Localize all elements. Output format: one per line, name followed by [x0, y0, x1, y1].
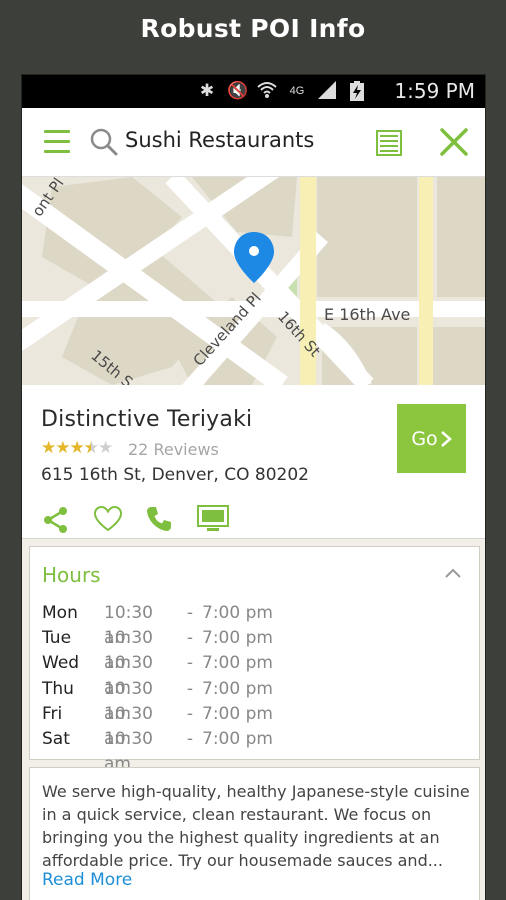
- hours-close: 7:00 pm: [202, 603, 273, 623]
- signal-icon: [317, 81, 337, 101]
- menu-icon[interactable]: [44, 130, 70, 154]
- phone-screen: ✱ 🔇 4G 1:59 PM Sushi Restaurants ont Pl …: [21, 74, 486, 900]
- hours-open: 10:30 am: [104, 703, 153, 749]
- search-input[interactable]: Sushi Restaurants: [125, 128, 314, 152]
- hours-row: Sat 10:30 am -7:00 pm: [42, 727, 273, 774]
- description-text: We serve high-quality, healthy Japanese-…: [42, 782, 470, 870]
- chevron-right-icon: [440, 430, 452, 447]
- chevron-up-icon[interactable]: [444, 567, 462, 579]
- hours-day: Sat: [42, 728, 70, 749]
- hours-row: Tue 10:30 am -7:00 pm: [42, 626, 273, 674]
- hours-close: 7:00 pm: [202, 628, 273, 649]
- poi-address: 615 16th St, Denver, CO 80202: [41, 465, 309, 485]
- poi-name: Distinctive Teriyaki: [41, 407, 253, 432]
- poi-actions: [41, 505, 249, 535]
- review-count[interactable]: 22 Reviews: [128, 440, 219, 459]
- hours-day: Tue: [42, 628, 72, 649]
- hours-day: Fri: [42, 703, 63, 724]
- network-type: 4G: [289, 85, 305, 97]
- phone-icon[interactable]: [145, 505, 197, 535]
- go-button[interactable]: Go: [397, 404, 466, 473]
- wifi-icon: [257, 81, 277, 101]
- heart-icon[interactable]: [93, 505, 145, 535]
- share-icon[interactable]: [41, 505, 93, 535]
- poi-card: Distinctive Teriyaki ★★★★★★ 22 Reviews 6…: [22, 385, 485, 539]
- battery-charging-icon: [347, 81, 367, 101]
- hours-separator: -: [186, 678, 194, 699]
- map-view[interactable]: ont Pl Cleveland Pl 16th St E 16th Ave 1…: [22, 177, 485, 385]
- status-bar: ✱ 🔇 4G 1:59 PM: [22, 75, 485, 108]
- hours-list: Mon 10:30 am -7:00 pm Tue 10:30 am -7:00 pm …: [42, 601, 273, 774]
- hours-close: 7:00 pm: [202, 703, 273, 724]
- hours-separator: -: [186, 653, 194, 674]
- hours-open: 10:30 am: [104, 728, 153, 774]
- hours-open: 10:30 am: [104, 678, 153, 724]
- hours-separator: -: [186, 703, 194, 724]
- promo-title: Robust POI Info: [140, 14, 366, 43]
- hours-open: 10:30 am: [104, 628, 153, 674]
- list-view-icon[interactable]: [376, 130, 402, 156]
- status-time: 1:59 PM: [394, 79, 475, 103]
- status-icons: ✱ 🔇 4G: [197, 81, 367, 101]
- hours-row: Wed 10:30 am -7:00 pm: [42, 651, 273, 699]
- hours-title: Hours: [42, 563, 101, 587]
- monitor-icon[interactable]: [197, 505, 249, 535]
- hours-row: Mon 10:30 am -7:00 pm: [42, 601, 273, 648]
- hours-day: Wed: [42, 653, 80, 674]
- map-street-label: E 16th Ave: [324, 305, 410, 324]
- hours-separator: -: [186, 728, 194, 749]
- read-more-link[interactable]: Read More: [42, 870, 132, 890]
- hours-day: Thu: [42, 678, 74, 699]
- star-rating: ★★★★★★: [41, 438, 113, 457]
- hours-row: Thu 10:30 am -7:00 pm: [42, 677, 273, 724]
- hours-close: 7:00 pm: [202, 678, 273, 699]
- hours-open: 10:30 am: [104, 603, 153, 648]
- hours-separator: -: [186, 628, 194, 649]
- hours-day: Mon: [42, 603, 78, 623]
- hours-card: Hours Mon 10:30 am -7:00 pm Tue 10:30 am -7:…: [29, 546, 480, 774]
- hours-row: Fri 10:30 am -7:00 pm: [42, 702, 273, 749]
- close-icon[interactable]: [438, 126, 470, 158]
- hours-open: 10:30 am: [104, 653, 153, 699]
- go-label: Go: [411, 427, 438, 450]
- search-bar: Sushi Restaurants: [22, 108, 485, 177]
- bluetooth-icon: ✱: [199, 81, 215, 100]
- search-icon[interactable]: [90, 128, 118, 156]
- mute-icon: 🔇: [227, 81, 249, 100]
- description-card: We serve high-quality, healthy Japanese-…: [29, 767, 480, 900]
- hours-close: 7:00 pm: [202, 653, 273, 674]
- hours-close: 7:00 pm: [202, 728, 273, 749]
- hours-separator: -: [186, 603, 194, 623]
